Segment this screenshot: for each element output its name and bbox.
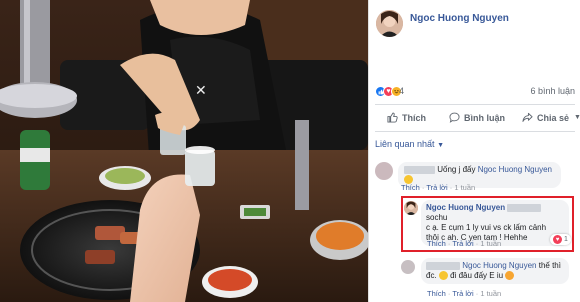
- separator: ·: [447, 289, 451, 298]
- comment-count[interactable]: 6 bình luận: [530, 86, 575, 96]
- blurred-name: [404, 165, 435, 174]
- svg-text:✕: ✕: [195, 83, 207, 99]
- comment-text-line2: đc.: [426, 271, 439, 280]
- like-button[interactable]: Thích: [387, 112, 426, 123]
- chevron-down-icon: ▼: [437, 142, 445, 149]
- grin-emoji-icon: [438, 271, 448, 281]
- reaction-icons[interactable]: ♥: [375, 86, 402, 97]
- comment-reaction-badge[interactable]: ♥ 1: [550, 234, 571, 245]
- comment-text-line2b: đi đâu đấy E iu: [447, 271, 504, 280]
- comment-bubble: Ngoc Huong Nguyen thế thì đc. đi đâu đấy…: [421, 258, 569, 284]
- comment-button[interactable]: Bình luận: [449, 112, 505, 123]
- blurred-name: [507, 203, 542, 212]
- sort-label: Liên quan nhất: [375, 139, 435, 149]
- reaction-count[interactable]: 4: [399, 86, 404, 96]
- separator: ·: [449, 183, 453, 192]
- post-stats: ♥ 4 6 bình luận: [369, 86, 580, 100]
- mention-link[interactable]: Ngoc Huong Nguyen: [478, 165, 552, 174]
- comment-text-line1: sochu: [426, 213, 448, 222]
- post-actions: Thích Bình luận Chia sẻ ▼: [369, 108, 580, 130]
- mention-link[interactable]: Ngoc Huong Nguyen: [462, 261, 536, 270]
- comment-meta: Thích · Trả lời · 1 tuần: [427, 289, 501, 298]
- comment-time[interactable]: 1 tuần: [454, 183, 475, 192]
- chevron-down-icon: ▼: [574, 114, 580, 121]
- commenter-avatar[interactable]: [401, 260, 415, 274]
- author-avatar[interactable]: [376, 10, 403, 37]
- divider: [375, 104, 575, 105]
- post-sidebar: Ngoc Huong Nguyen ♥ 4 6 bình luận Thích …: [368, 0, 580, 302]
- post-header: Ngoc Huong Nguyen: [369, 0, 580, 48]
- separator: ·: [475, 239, 479, 248]
- separator: ·: [421, 183, 425, 192]
- separator: ·: [447, 239, 451, 248]
- thumbs-up-icon: [387, 112, 398, 123]
- separator: ·: [475, 289, 479, 298]
- author-reply-avatar[interactable]: [404, 201, 418, 215]
- comment-reply-link[interactable]: Trả lời: [452, 239, 473, 248]
- comment-text-line2: c ạ. E cụm 1 ly vui vs ck lấm cảnh: [426, 223, 547, 232]
- comment-reaction-count: 1: [564, 236, 568, 243]
- comment-time[interactable]: 1 tuần: [480, 289, 501, 298]
- post-photo[interactable]: ✕: [0, 0, 368, 302]
- comment-icon: [449, 112, 460, 123]
- comment-time[interactable]: 1 tuần: [480, 239, 501, 248]
- comment-like-link[interactable]: Thích: [401, 183, 420, 192]
- comment-reply-link[interactable]: Trả lời: [426, 183, 447, 192]
- divider: [375, 131, 575, 132]
- comment-reply-link[interactable]: Trả lời: [452, 289, 473, 298]
- comment-author-name[interactable]: Ngoc Huong Nguyen: [426, 203, 505, 212]
- comment-text-line1: thế thì: [536, 261, 561, 270]
- share-button[interactable]: Chia sẻ ▼: [522, 112, 580, 123]
- heart-eyes-emoji-icon: [505, 271, 515, 281]
- like-label: Thích: [402, 112, 426, 123]
- comment-meta: Thích · Trả lời · 1 tuần: [427, 239, 501, 248]
- comment-label: Bình luận: [464, 112, 505, 123]
- comment-like-link[interactable]: Thích: [427, 289, 446, 298]
- comment-like-link[interactable]: Thích: [427, 239, 446, 248]
- comment-text: Uống j đấy: [437, 165, 478, 174]
- share-icon: [522, 112, 533, 122]
- commenter-avatar[interactable]: [375, 162, 393, 180]
- share-label: Chia sẻ: [537, 112, 570, 123]
- blurred-name: [426, 261, 460, 270]
- heart-icon: ♥: [553, 235, 562, 244]
- facebook-photo-viewer: ✕ Ngoc Huong Nguyen ♥ 4 6 bình luận Thíc…: [0, 0, 580, 302]
- author-name[interactable]: Ngoc Huong Nguyen: [410, 13, 509, 24]
- photo-scene: ✕: [0, 0, 368, 302]
- comment-meta: Thích · Trả lời · 1 tuần: [401, 183, 475, 192]
- comment-sort-dropdown[interactable]: Liên quan nhất ▼: [375, 139, 444, 149]
